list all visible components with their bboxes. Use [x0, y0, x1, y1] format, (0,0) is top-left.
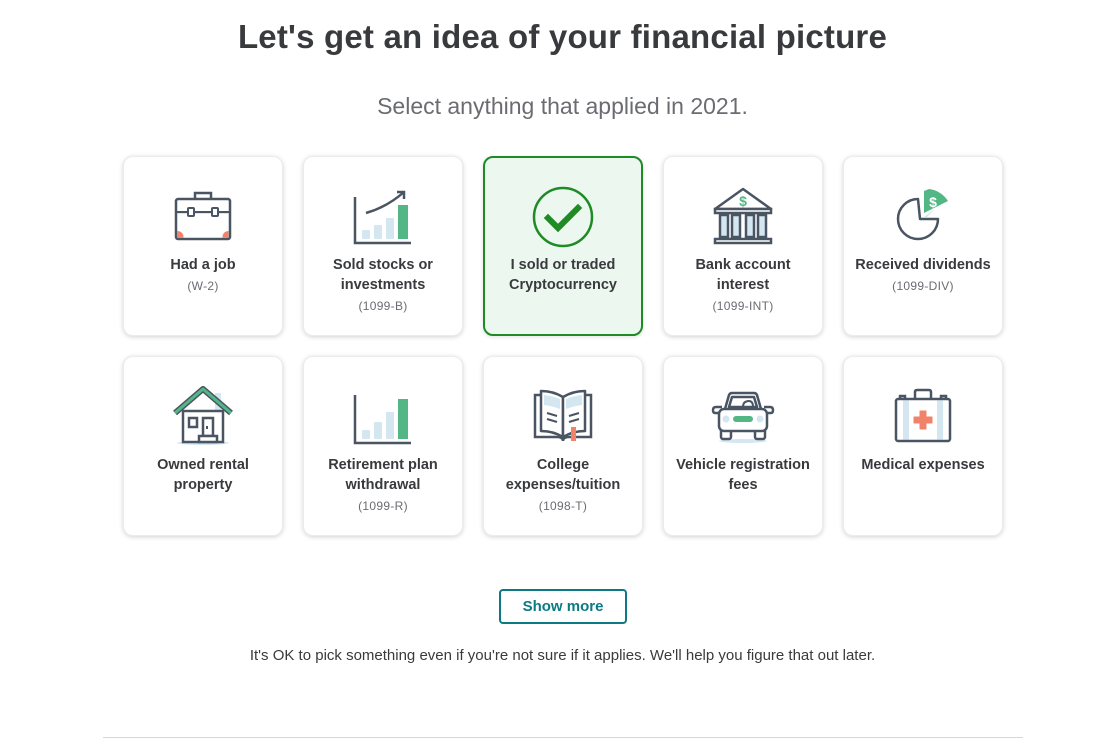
page-title: Let's get an idea of your financial pict… — [237, 18, 888, 55]
tax-form-label: (1099-INT) — [712, 299, 774, 313]
medical-kit-icon — [894, 388, 952, 443]
card-label: Bank account interest — [695, 257, 791, 293]
briefcase-icon — [174, 191, 232, 241]
card-sold-stocks[interactable]: Sold stocks or investments (1099-B) — [303, 156, 463, 336]
check-circle-icon — [532, 186, 594, 248]
footer-divider — [103, 737, 1023, 738]
svg-text:$: $ — [929, 194, 937, 210]
card-rental-property[interactable]: Owned rental property — [123, 356, 283, 536]
stock-growth-chart-icon — [353, 190, 411, 245]
card-vehicle-registration[interactable]: Vehicle registration fees — [663, 356, 823, 536]
tax-form-label: (1098-T) — [538, 499, 588, 513]
card-retirement-withdrawal[interactable]: Retirement plan withdrawal (1099-R) — [303, 356, 463, 536]
card-had-a-job[interactable]: Had a job (W-2) — [123, 156, 283, 336]
helper-note: It's OK to pick something even if you're… — [249, 647, 876, 664]
card-label: Medical expenses — [861, 457, 985, 473]
card-label: Had a job — [170, 257, 236, 273]
bar-chart-icon — [353, 395, 411, 445]
show-more-button[interactable]: Show more — [499, 589, 627, 624]
card-label: Retirement plan withdrawal — [328, 457, 438, 493]
card-label: Sold stocks or investments — [333, 257, 433, 293]
card-label: Vehicle registration fees — [676, 457, 810, 493]
svg-text:$: $ — [739, 193, 747, 209]
card-cryptocurrency[interactable]: I sold or traded Cryptocurrency — [483, 156, 643, 336]
card-medical-expenses[interactable]: Medical expenses — [843, 356, 1003, 536]
open-book-icon — [533, 389, 593, 442]
card-bank-interest[interactable]: $ Bank account interest (1099-INT) — [663, 156, 823, 336]
page-subtitle: Select anything that applied in 2021. — [377, 93, 748, 119]
card-label: I sold or traded Cryptocurrency — [509, 257, 617, 293]
car-icon — [711, 391, 775, 443]
house-icon — [173, 386, 233, 445]
tax-form-label: (W-2) — [187, 279, 219, 293]
card-college-expenses[interactable]: College expenses/tuition (1098-T) — [483, 356, 643, 536]
tax-form-label: (1099-DIV) — [892, 279, 954, 293]
tax-form-label: (1099-R) — [358, 499, 408, 513]
pie-dollar-icon: $ — [896, 189, 948, 241]
card-dividends[interactable]: $ Received dividends (1099-DIV) — [843, 156, 1003, 336]
card-label: College expenses/tuition — [505, 457, 621, 493]
card-label: Owned rental property — [157, 457, 249, 493]
bank-icon: $ — [713, 187, 773, 245]
situation-card-grid: Had a job (W-2) Sold stocks or investmen… — [123, 156, 1003, 536]
card-label: Received dividends — [855, 257, 991, 273]
tax-form-label: (1099-B) — [358, 299, 408, 313]
